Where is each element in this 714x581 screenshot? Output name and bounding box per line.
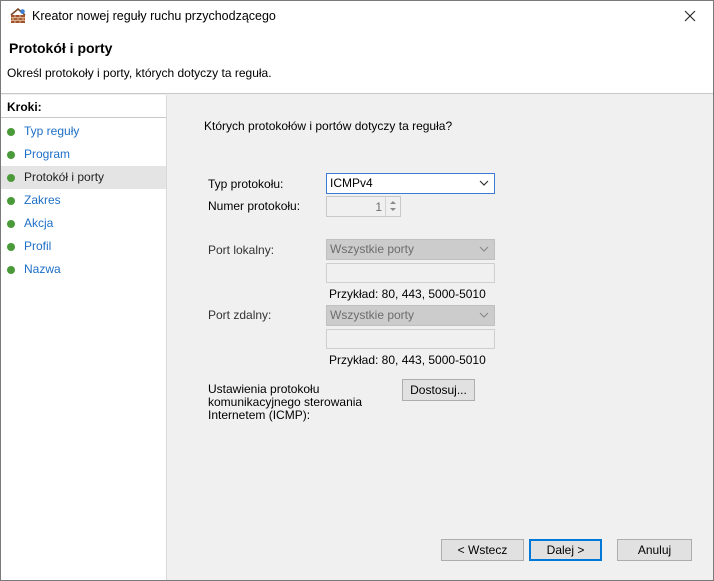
close-button[interactable] [667, 1, 713, 32]
step-bullet-icon [7, 220, 15, 228]
step-bullet-icon [7, 266, 15, 274]
step-label: Akcja [24, 216, 54, 230]
step-label: Zakres [24, 193, 61, 207]
close-icon [684, 10, 696, 22]
step-bullet-icon [7, 174, 15, 182]
step-zakres[interactable]: Zakres [1, 189, 166, 212]
main-panel: Których protokołów i portów dotyczy ta r… [168, 95, 713, 580]
steps-panel: Kroki: Typ reguły Program Protokół i por… [1, 95, 167, 580]
step-profil[interactable]: Profil [1, 235, 166, 258]
step-protokol-i-porty[interactable]: Protokół i porty [1, 166, 166, 189]
protocol-number-value: 1 [375, 200, 382, 214]
arrow-down-icon [390, 208, 396, 211]
wizard-window: Kreator nowej reguły ruchu przychodząceg… [0, 0, 714, 581]
arrow-up-icon [390, 201, 396, 204]
remote-port-select[interactable]: Wszystkie porty [326, 305, 495, 326]
local-port-value: Wszystkie porty [330, 242, 415, 256]
step-label: Nazwa [24, 262, 61, 276]
protocol-number-label: Numer protokołu: [208, 199, 301, 213]
step-typ-reguly[interactable]: Typ reguły [1, 120, 166, 143]
firewall-wall-icon [9, 7, 27, 24]
step-bullet-icon [7, 151, 15, 159]
local-port-input[interactable] [326, 263, 495, 283]
question-text: Których protokołów i portów dotyczy ta r… [204, 119, 453, 133]
remote-port-input[interactable] [326, 329, 495, 349]
icmp-settings-label: Ustawienia protokołu komunikacyjnego ste… [208, 382, 363, 422]
step-label: Profil [24, 239, 52, 253]
chevron-down-icon [479, 246, 489, 252]
cancel-button[interactable]: Anuluj [617, 539, 692, 561]
protocol-number-stepper[interactable]: 1 [326, 196, 401, 217]
stepper-arrows[interactable] [385, 197, 400, 216]
protocol-type-label: Typ protokołu: [208, 177, 284, 191]
protocol-type-value: ICMPv4 [330, 176, 373, 190]
step-nazwa[interactable]: Nazwa [1, 258, 166, 281]
local-port-select[interactable]: Wszystkie porty [326, 239, 495, 260]
step-program[interactable]: Program [1, 143, 166, 166]
wizard-header: Protokół i porty Określ protokoły i port… [1, 32, 713, 94]
window-title: Kreator nowej reguły ruchu przychodząceg… [32, 9, 276, 23]
page-title: Protokół i porty [9, 40, 113, 56]
step-label: Program [24, 147, 71, 161]
chevron-down-icon [479, 312, 489, 318]
customize-icmp-button[interactable]: Dostosuj... [402, 379, 475, 401]
step-label: Protokół i porty [24, 170, 105, 184]
steps-heading: Kroki: [7, 100, 42, 114]
local-port-label: Port lokalny: [208, 243, 275, 257]
remote-port-label: Port zdalny: [208, 308, 272, 322]
step-akcja[interactable]: Akcja [1, 212, 166, 235]
step-label: Typ reguły [24, 124, 80, 138]
step-bullet-icon [7, 243, 15, 251]
title-bar: Kreator nowej reguły ruchu przychodząceg… [1, 1, 713, 32]
back-button[interactable]: < Wstecz [441, 539, 524, 561]
remote-port-example: Przykład: 80, 443, 5000-5010 [329, 353, 486, 367]
next-button[interactable]: Dalej > [529, 539, 602, 561]
remote-port-value: Wszystkie porty [330, 308, 415, 322]
protocol-type-select[interactable]: ICMPv4 [326, 173, 495, 194]
local-port-example: Przykład: 80, 443, 5000-5010 [329, 287, 486, 301]
steps-list: Typ reguły Program Protokół i porty Zakr… [1, 120, 166, 281]
step-bullet-icon [7, 128, 15, 136]
steps-divider [1, 117, 166, 118]
chevron-down-icon [479, 180, 489, 186]
page-description: Określ protokoły i porty, których dotycz… [7, 66, 272, 80]
step-bullet-icon [7, 197, 15, 205]
